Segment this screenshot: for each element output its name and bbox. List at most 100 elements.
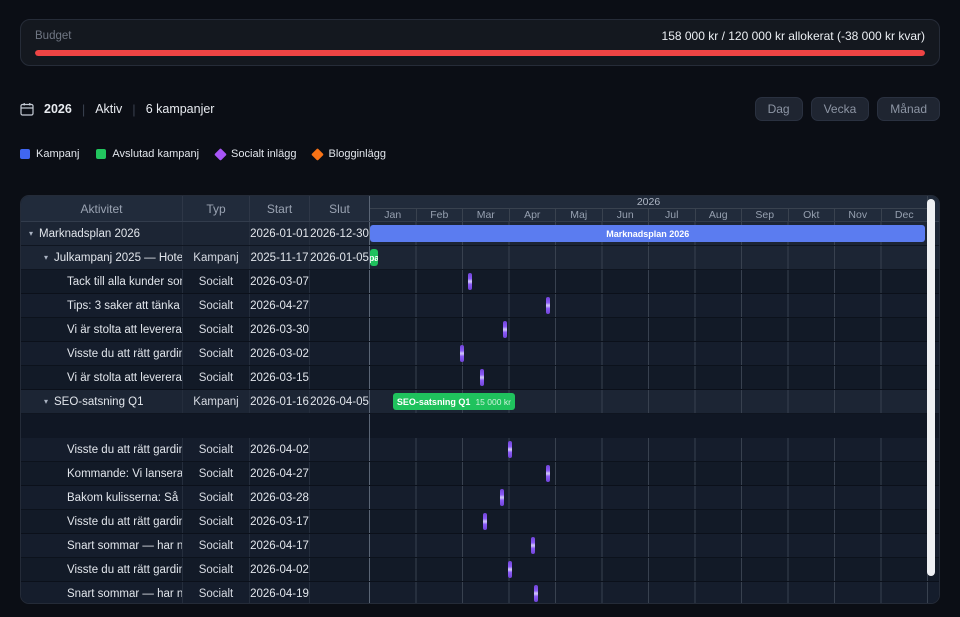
month-label: Dec [881, 209, 928, 221]
activity-name-cell[interactable]: Visste du att rätt gardiner... [21, 438, 182, 461]
social-post-marker[interactable] [531, 537, 535, 554]
table-row[interactable]: Tack till alla kunder som ...Socialt2026… [21, 270, 939, 294]
activity-name: SEO-satsning Q1 [54, 396, 143, 408]
social-post-marker[interactable] [503, 321, 507, 338]
activity-name-cell[interactable]: ▾Julkampanj 2025 — Hotells... [21, 246, 182, 269]
activity-start-cell: 2026-03-30 [249, 318, 309, 341]
activity-name-cell[interactable]: ▾ SEO-satsning Q1 [21, 390, 182, 413]
activity-name-cell[interactable]: Bakom kulisserna: Så här... [21, 486, 182, 509]
expand-caret-icon[interactable]: ▾ [29, 229, 33, 238]
social-post-marker[interactable] [468, 273, 472, 290]
social-post-marker[interactable] [480, 369, 484, 386]
activity-name: Bakom kulisserna: Så här... [67, 492, 182, 504]
activity-start-cell: 2026-04-02 [249, 558, 309, 581]
activity-end-cell [309, 510, 369, 533]
plan-bar[interactable]: Marknadsplan 2026 [370, 225, 925, 242]
gantt-cell: Julkampanj 2025 [369, 246, 927, 269]
activity-name-cell[interactable]: Visste du att rätt gardiner... [21, 342, 182, 365]
table-row[interactable]: Visste du att rätt gardiner...Socialt202… [21, 438, 939, 462]
social-post-marker[interactable] [546, 465, 550, 482]
activity-end-cell [309, 318, 369, 341]
table-row[interactable]: ▾Marknadsplan 20262026-01-012026-12-30Ma… [21, 222, 939, 246]
activity-name-cell[interactable]: Visste du att rätt gardiner... [21, 558, 182, 581]
activity-name-cell[interactable]: Snart sommar — har ni u... [21, 534, 182, 557]
activity-name-cell[interactable]: Visste du att rätt gardiner... [21, 510, 182, 533]
activity-name: Visste du att rätt gardiner... [67, 444, 182, 456]
activity-name-cell[interactable]: Vi är stolta att leverera g... [21, 318, 182, 341]
gantt-cell [369, 462, 927, 485]
toolbar-status: Aktiv [95, 102, 122, 116]
activity-end-cell [309, 486, 369, 509]
activity-start-cell: 2026-03-07 [249, 270, 309, 293]
campaign-planner-page: Budget 158 000 kr / 120 000 kr allokerat… [0, 0, 960, 617]
table-row[interactable]: Visste du att rätt gardiner...Socialt202… [21, 510, 939, 534]
budget-progress-track [35, 50, 925, 56]
gantt-cell [369, 270, 927, 293]
gantt-cell: Marknadsplan 2026 [369, 222, 927, 245]
month-label: Mar [462, 209, 509, 221]
campaign-bar[interactable]: Julkampanj 2025 [370, 249, 378, 266]
activity-name-cell[interactable]: Snart sommar — har ni u... [21, 582, 182, 604]
table-row[interactable]: Tips: 3 saker att tänka på...Socialt2026… [21, 294, 939, 318]
table-row[interactable]: Visste du att rätt gardiner...Socialt202… [21, 558, 939, 582]
activity-name: Visste du att rätt gardiner... [67, 564, 182, 576]
gantt-cell [369, 366, 927, 389]
activity-name-cell[interactable]: Vi är stolta att leverera g... [21, 366, 182, 389]
gantt-rows: ▾Marknadsplan 20262026-01-012026-12-30Ma… [21, 222, 939, 604]
budget-progress-fill [35, 50, 925, 56]
social-post-marker[interactable] [546, 297, 550, 314]
timeline-months: Jan Feb Mar Apr Maj Jun Jul Aug Sep Okt … [370, 209, 927, 221]
month-label: Maj [555, 209, 602, 221]
legend-item-avslutad-kampanj: Avslutad kampanj [96, 148, 199, 160]
campaign-bar[interactable]: SEO-satsning Q115 000 kr [393, 393, 515, 410]
activity-type-cell [182, 222, 249, 245]
table-row[interactable]: Snart sommar — har ni u...Socialt2026-04… [21, 534, 939, 558]
activity-end-cell [309, 366, 369, 389]
activity-name-cell[interactable]: Kommande: Vi lanserar e... [21, 462, 182, 485]
table-row[interactable]: Vi är stolta att leverera g...Socialt202… [21, 366, 939, 390]
table-row[interactable]: Bakom kulisserna: Så här...Socialt2026-0… [21, 486, 939, 510]
budget-summary: 158 000 kr / 120 000 kr allokerat (-38 0… [662, 29, 925, 43]
social-post-marker[interactable] [508, 561, 512, 578]
row-gutter [927, 582, 939, 604]
gantt-cell [369, 582, 927, 604]
social-post-marker[interactable] [534, 585, 538, 602]
month-label: Nov [834, 209, 881, 221]
activity-type-cell: Socialt [182, 342, 249, 365]
table-row[interactable]: Snart sommar — har ni u...Socialt2026-04… [21, 582, 939, 604]
activity-end-cell [309, 582, 369, 604]
social-post-marker[interactable] [508, 441, 512, 458]
activity-end-cell [309, 342, 369, 365]
table-row[interactable]: Kommande: Vi lanserar e...Socialt2026-04… [21, 462, 939, 486]
table-row[interactable]: ▾SEO-satsning Q1Kampanj2026-01-162026-04… [21, 390, 939, 414]
view-day-button[interactable]: Dag [755, 97, 803, 121]
activity-name-cell[interactable]: Tack till alla kunder som ... [21, 270, 182, 293]
activity-type-cell: Socialt [182, 318, 249, 341]
gantt-cell [369, 486, 927, 509]
table-row[interactable]: ▾Julkampanj 2025 — Hotells...Kampanj2025… [21, 246, 939, 270]
bar-label: SEO-satsning Q1 [397, 397, 471, 407]
social-post-marker[interactable] [460, 345, 464, 362]
social-post-marker[interactable] [500, 489, 504, 506]
budget-card: Budget 158 000 kr / 120 000 kr allokerat… [20, 19, 940, 66]
view-month-button[interactable]: Månad [877, 97, 940, 121]
activity-name: Vi är stolta att leverera g... [67, 372, 182, 384]
activity-name-cell[interactable]: Tips: 3 saker att tänka på... [21, 294, 182, 317]
social-post-marker[interactable] [483, 513, 487, 530]
activity-end-cell [309, 558, 369, 581]
activity-start-cell: 2025-11-17 [249, 246, 309, 269]
table-row[interactable]: Vi är stolta att leverera g...Socialt202… [21, 318, 939, 342]
activity-type-cell: Kampanj [182, 390, 249, 413]
activity-type-cell: Kampanj [182, 246, 249, 269]
activity-end-cell [309, 294, 369, 317]
view-week-button[interactable]: Vecka [811, 97, 870, 121]
activity-name-cell[interactable]: ▾ Marknadsplan 2026 [21, 222, 182, 245]
table-row[interactable]: Visste du att rätt gardiner...Socialt202… [21, 342, 939, 366]
expand-caret-icon[interactable]: ▾ [44, 397, 48, 406]
expand-caret-icon[interactable]: ▾ [44, 253, 48, 262]
table-header: Aktivitet Typ Start Slut 2026 Jan Feb Ma… [21, 196, 939, 222]
vertical-scrollbar[interactable] [927, 199, 935, 576]
activity-name: Visste du att rätt gardiner... [67, 516, 182, 528]
activity-name: Marknadsplan 2026 [39, 228, 140, 240]
separator: | [132, 102, 135, 117]
